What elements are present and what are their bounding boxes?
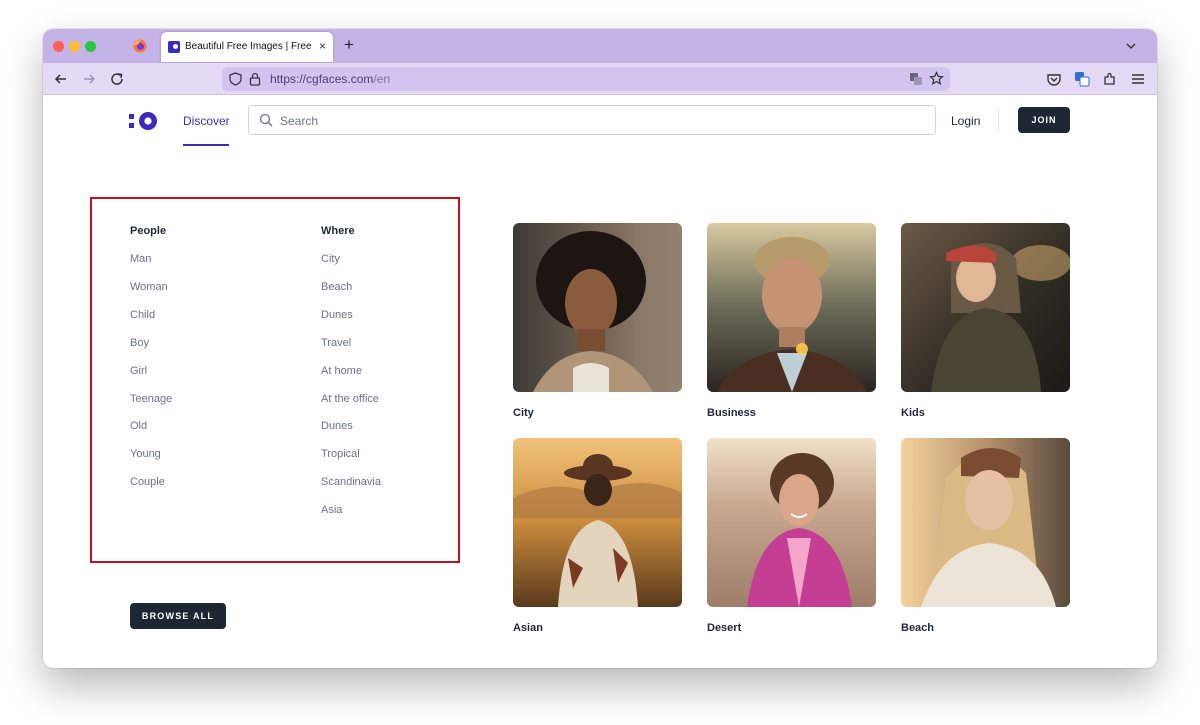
photo-asian[interactable] bbox=[513, 438, 682, 607]
header-divider bbox=[998, 108, 999, 132]
where-category-link[interactable]: At the office bbox=[321, 393, 379, 405]
where-category-link[interactable]: Dunes bbox=[321, 309, 353, 321]
people-category-link[interactable]: Young bbox=[130, 448, 161, 460]
cgfaces-logo[interactable] bbox=[129, 112, 159, 130]
where-category-link[interactable]: Asia bbox=[321, 504, 342, 516]
city-portrait-image bbox=[513, 223, 682, 392]
tab-close-icon[interactable]: × bbox=[319, 39, 326, 53]
asian-portrait-image bbox=[513, 438, 682, 607]
kids-portrait-image bbox=[901, 223, 1070, 392]
photo-label-kids[interactable]: Kids bbox=[901, 407, 925, 419]
photo-label-desert[interactable]: Desert bbox=[707, 622, 741, 634]
browser-window: Beautiful Free Images | Free Pro × + bbox=[43, 29, 1157, 668]
login-link[interactable]: Login bbox=[951, 114, 980, 128]
reload-icon[interactable] bbox=[109, 71, 125, 87]
people-category-link[interactable]: Man bbox=[130, 253, 151, 265]
chevron-down-icon[interactable] bbox=[1125, 40, 1137, 52]
people-category-link[interactable]: Old bbox=[130, 420, 147, 432]
people-category-link[interactable]: Teenage bbox=[130, 393, 172, 405]
desert-portrait-image bbox=[707, 438, 876, 607]
category-highlight-box bbox=[90, 197, 460, 563]
browse-all-button[interactable]: BROWSE ALL bbox=[130, 603, 226, 629]
translate-icon[interactable] bbox=[909, 72, 923, 86]
where-category-link[interactable]: At home bbox=[321, 365, 362, 377]
shield-icon[interactable] bbox=[229, 72, 242, 86]
new-tab-button[interactable]: + bbox=[344, 36, 354, 54]
pocket-icon[interactable] bbox=[1046, 71, 1062, 87]
people-category-link[interactable]: Girl bbox=[130, 365, 147, 377]
bookmark-star-icon[interactable] bbox=[929, 71, 944, 86]
where-category-link[interactable]: Dunes bbox=[321, 420, 353, 432]
tab-strip: Beautiful Free Images | Free Pro × + bbox=[43, 29, 1157, 63]
business-portrait-image bbox=[707, 223, 876, 392]
page-content: Discover Search Login JOIN People Where … bbox=[43, 96, 1157, 668]
beach-portrait-image bbox=[901, 438, 1070, 607]
back-arrow-icon[interactable] bbox=[53, 71, 69, 87]
firefox-icon[interactable] bbox=[133, 39, 147, 53]
forward-arrow-icon[interactable] bbox=[81, 71, 97, 87]
photo-label-city[interactable]: City bbox=[513, 407, 534, 419]
photo-city[interactable] bbox=[513, 223, 682, 392]
photo-label-business[interactable]: Business bbox=[707, 407, 756, 419]
search-placeholder: Search bbox=[280, 114, 319, 128]
search-input[interactable]: Search bbox=[248, 105, 936, 135]
address-bar[interactable]: https://cgfaces.com/en bbox=[222, 67, 950, 91]
maximize-window-button[interactable] bbox=[85, 41, 96, 52]
where-category-link[interactable]: Scandinavia bbox=[321, 476, 381, 488]
photo-label-beach[interactable]: Beach bbox=[901, 622, 934, 634]
where-category-link[interactable]: Tropical bbox=[321, 448, 360, 460]
people-category-link[interactable]: Couple bbox=[130, 476, 165, 488]
hamburger-menu-icon[interactable] bbox=[1130, 71, 1146, 87]
people-heading: People bbox=[130, 225, 167, 237]
people-category-link[interactable]: Boy bbox=[130, 337, 149, 349]
nav-discover-link[interactable]: Discover bbox=[183, 114, 230, 128]
url-path: /en bbox=[373, 72, 391, 86]
url-host: https://cgfaces.com bbox=[270, 72, 374, 86]
url-text[interactable]: https://cgfaces.com/en bbox=[270, 72, 390, 86]
tab-title: Beautiful Free Images | Free Pro bbox=[185, 41, 313, 52]
photo-business[interactable] bbox=[707, 223, 876, 392]
extensions-puzzle-icon[interactable] bbox=[1102, 71, 1118, 87]
photo-desert[interactable] bbox=[707, 438, 876, 607]
where-category-link[interactable]: Travel bbox=[321, 337, 351, 349]
where-category-link[interactable]: City bbox=[321, 253, 340, 265]
cgfaces-favicon-icon bbox=[168, 41, 180, 53]
people-category-link[interactable]: Child bbox=[130, 309, 155, 321]
where-heading: Where bbox=[321, 225, 355, 237]
photo-kids[interactable] bbox=[901, 223, 1070, 392]
search-icon bbox=[259, 113, 273, 127]
close-window-button[interactable] bbox=[53, 41, 64, 52]
photo-beach[interactable] bbox=[901, 438, 1070, 607]
where-category-link[interactable]: Beach bbox=[321, 281, 352, 293]
join-button[interactable]: JOIN bbox=[1018, 107, 1070, 133]
active-tab[interactable]: Beautiful Free Images | Free Pro × bbox=[161, 32, 333, 62]
lock-icon[interactable] bbox=[249, 72, 261, 86]
minimize-window-button[interactable] bbox=[69, 41, 80, 52]
active-nav-underline bbox=[183, 144, 229, 146]
photo-label-asian[interactable]: Asian bbox=[513, 622, 543, 634]
translate-extension-icon[interactable] bbox=[1074, 71, 1090, 87]
people-category-link[interactable]: Woman bbox=[130, 281, 168, 293]
nav-toolbar: https://cgfaces.com/en bbox=[43, 63, 1157, 95]
